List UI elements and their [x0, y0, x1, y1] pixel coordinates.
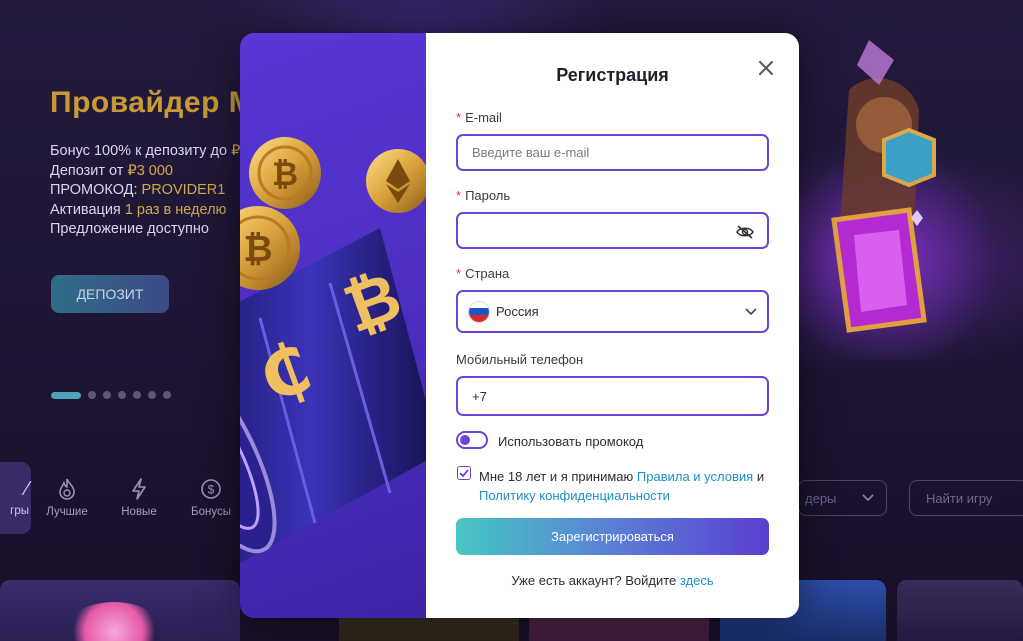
country-select-value: Россия	[496, 304, 539, 319]
terms-text-part: Мне 18 лет и я принимаю	[479, 469, 637, 484]
chevron-down-icon	[862, 494, 874, 502]
phone-field[interactable]	[456, 376, 769, 416]
decorative-gems	[799, 40, 999, 360]
required-mark: *	[456, 266, 462, 281]
carousel-dot[interactable]	[103, 391, 111, 399]
flame-icon	[59, 478, 75, 500]
register-button[interactable]: Зарегистрироваться	[456, 518, 769, 555]
required-mark: *	[456, 188, 462, 203]
login-prompt-text: Уже есть аккаунт? Войдите	[511, 573, 680, 588]
phone-label: Мобильный телефон	[456, 352, 584, 367]
promo-line: Бонус 100% к депозиту до	[50, 143, 232, 159]
promo-details: Бонус 100% к депозиту до ₽ Депозит от ₽3…	[50, 142, 254, 240]
modal-title: Регистрация	[556, 65, 669, 85]
provider-select-value: деры	[805, 490, 837, 506]
terms-text: Мне 18 лет и я принимаю Правила и услови…	[479, 467, 779, 505]
promo-code: PROVIDER1	[141, 182, 226, 198]
tab-games[interactable]: ⁄ гры	[0, 462, 31, 534]
terms-link[interactable]: Правила и условия	[637, 469, 753, 484]
country-label: * Страна	[456, 266, 509, 281]
slot-machine-illustration: ₵ ₿ ₿ ₿	[240, 137, 440, 563]
checkmark-icon	[459, 469, 469, 477]
login-prompt: Уже есть аккаунт? Войдите здесь	[426, 573, 799, 588]
carousel-dot-active[interactable]	[51, 391, 81, 399]
carousel-dot[interactable]	[133, 391, 141, 399]
tab-label: Бонусы	[191, 506, 231, 518]
promo-code-toggle[interactable]	[456, 431, 488, 449]
email-label-text: E-mail	[465, 110, 502, 125]
tab-label: гры	[10, 505, 29, 517]
terms-text-part: и	[753, 469, 765, 484]
tab-best[interactable]: Лучшие	[31, 462, 103, 534]
registration-form: Регистрация *E-mail *Пароль *Страна Росс…	[426, 33, 799, 618]
game-search-input[interactable]: Найти игру	[909, 480, 1023, 516]
email-field[interactable]	[456, 134, 769, 171]
game-card[interactable]	[0, 580, 240, 641]
carousel-dot[interactable]	[118, 391, 126, 399]
password-label: * Пароль	[456, 188, 510, 203]
provider-select[interactable]: деры	[798, 480, 887, 516]
password-label-text: Пароль	[465, 188, 511, 203]
promo-title: Провайдер M	[50, 86, 255, 119]
promo-banner: Провайдер M Бонус 100% к депозиту до ₽ Д…	[50, 86, 254, 240]
login-link[interactable]: здесь	[680, 573, 714, 588]
promo-amount: ₽3 000	[127, 162, 173, 179]
svg-text:₿: ₿	[243, 229, 272, 270]
required-mark: *	[456, 110, 462, 125]
privacy-policy-link[interactable]: Политику конфиденциальности	[479, 488, 670, 503]
tab-bonuses[interactable]: $ Бонусы	[175, 462, 247, 534]
country-select[interactable]: Россия	[456, 290, 769, 333]
dollar-icon: $	[201, 479, 221, 499]
close-icon[interactable]	[757, 59, 775, 77]
carousel-dot[interactable]	[163, 391, 171, 399]
carousel-dots	[51, 391, 171, 399]
tab-label: Новые	[121, 506, 157, 518]
registration-modal: ₵ ₿ ₿ ₿ Регистрация *E-mail *Пароль	[240, 33, 799, 618]
promo-amount: ₽	[231, 143, 241, 159]
promo-code-toggle-label: Использовать промокод	[498, 434, 644, 449]
lightning-icon	[132, 478, 146, 500]
country-label-text: Страна	[465, 266, 510, 281]
terms-checkbox[interactable]	[457, 466, 471, 480]
promo-line: Депозит от	[50, 162, 128, 179]
games-icon: ⁄	[25, 478, 29, 500]
tab-new[interactable]: Новые	[103, 462, 175, 534]
russia-flag-icon	[468, 300, 490, 323]
eye-off-icon[interactable]	[736, 225, 754, 239]
game-card[interactable]	[897, 580, 1023, 641]
deposit-button[interactable]: ДЕПОЗИТ	[51, 275, 169, 313]
promo-line: ПРОМОКОД:	[50, 182, 142, 198]
tab-label: Лучшие	[46, 506, 88, 518]
chevron-down-icon	[745, 307, 757, 315]
promo-line: Активация	[50, 201, 125, 218]
password-field[interactable]	[456, 212, 769, 249]
modal-illustration: ₵ ₿ ₿ ₿	[240, 33, 440, 618]
carousel-dot[interactable]	[88, 391, 96, 399]
promo-frequency: 1 раз в неделю	[124, 201, 227, 218]
svg-text:₿: ₿	[272, 155, 298, 193]
toggle-knob	[460, 435, 470, 445]
svg-text:$: $	[208, 483, 215, 497]
promo-line: Предложение доступно	[50, 221, 209, 237]
email-label: * E-mail	[456, 110, 502, 125]
carousel-dot[interactable]	[148, 391, 156, 399]
category-tabs: ⁄ гры Лучшие Новые $ Бонусы	[0, 462, 247, 534]
